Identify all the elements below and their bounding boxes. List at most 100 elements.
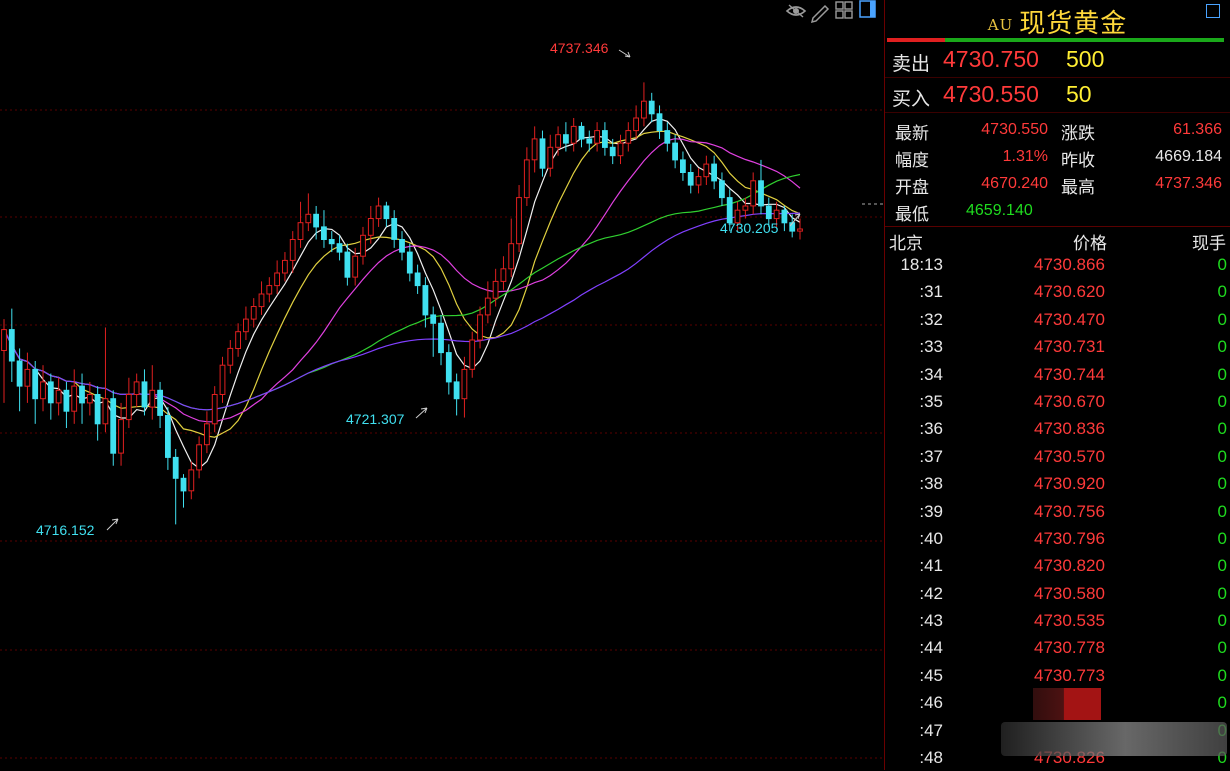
tick-row[interactable]: :36 4730.836 0 [885, 415, 1230, 442]
window-box-icon[interactable] [1206, 4, 1220, 18]
candle-body [664, 130, 671, 144]
candle-body [461, 368, 468, 400]
tick-qty: 0 [1217, 501, 1227, 521]
tick-qty: 0 [1217, 255, 1227, 274]
watermark-overlay [1001, 722, 1227, 756]
stats-grid: 最新 4730.550 涨跌 61.366 幅度 1.31% 昨收 4669.1… [885, 113, 1230, 227]
candle-body [391, 218, 398, 240]
candle-body [149, 389, 156, 408]
tick-row[interactable]: :32 4730.470 0 [885, 306, 1230, 333]
low-mid-annotation: 4721.307 [346, 411, 405, 427]
candle-body [508, 243, 515, 270]
tick-row[interactable]: :39 4730.756 0 [885, 498, 1230, 525]
latest-label: 最新 [895, 124, 929, 144]
candle-body [102, 398, 109, 425]
tick-row[interactable]: :38 4730.920 0 [885, 470, 1230, 497]
candle-body [63, 389, 70, 412]
candle-body [469, 339, 476, 370]
candle-body [157, 389, 163, 416]
candle-body [477, 314, 483, 341]
symbol-code: AU [987, 16, 1014, 34]
candle-body [211, 394, 218, 425]
candle-body [133, 381, 140, 395]
tick-price: 4730.744 [1034, 364, 1105, 384]
tick-row[interactable]: :37 4730.570 0 [885, 443, 1230, 470]
candle-body [305, 213, 312, 224]
candle-body [578, 125, 585, 140]
tick-time: :32 [919, 309, 943, 329]
candle-body [648, 100, 655, 115]
tick-price: 4730.535 [1034, 611, 1105, 631]
tick-row[interactable]: 18:13 4730.866 0 [885, 251, 1230, 278]
candle-body [406, 251, 413, 274]
tick-row[interactable]: :45 4730.773 0 [885, 662, 1230, 689]
candle-body [563, 134, 569, 144]
tick-qty: 0 [1217, 364, 1227, 384]
candle-body [726, 197, 733, 224]
chart-canvas[interactable]: 4737.346 4721.307 4716.152 4730.205 [0, 0, 884, 770]
candle-body [47, 381, 54, 404]
tick-row[interactable]: :41 4730.820 0 [885, 552, 1230, 579]
candle-body [414, 272, 421, 287]
high-annotation: 4737.346 [550, 40, 609, 56]
tick-row[interactable]: :40 4730.796 0 [885, 525, 1230, 552]
buy-row[interactable]: 买入 4730.550 50 [885, 78, 1230, 113]
tick-row[interactable]: :34 4730.744 0 [885, 361, 1230, 388]
tick-qty: 0 [1217, 611, 1227, 631]
candle-body [32, 368, 39, 400]
panel-icon[interactable] [859, 0, 876, 18]
pencil-icon[interactable] [810, 4, 830, 24]
candle-body [492, 280, 499, 299]
high-value: 4737.346 [1155, 175, 1222, 192]
candle-body [250, 306, 257, 320]
tick-row[interactable]: :44 4730.778 0 [885, 634, 1230, 661]
tick-price: 4730.756 [1034, 501, 1105, 521]
candle-body [40, 381, 46, 400]
candle-body [352, 255, 359, 278]
grid-icon[interactable] [835, 1, 853, 19]
candle-body [750, 180, 757, 207]
tick-price: 4730.866 [1034, 255, 1105, 274]
candle-body [71, 385, 78, 412]
open-label: 开盘 [895, 178, 929, 198]
watermark-logo [1033, 688, 1101, 720]
tick-time: :41 [919, 556, 943, 576]
tick-time: 18:13 [900, 255, 943, 274]
candle-body [695, 176, 702, 186]
tick-time: :46 [919, 693, 943, 713]
ma20-line [3, 138, 801, 423]
tick-row[interactable]: :43 4730.535 0 [885, 607, 1230, 634]
candlestick-chart[interactable]: 4737.346 4721.307 4716.152 4730.205 [0, 0, 884, 770]
candle-body [570, 125, 577, 144]
candle-body [274, 272, 281, 287]
candle-body [165, 415, 171, 458]
sell-volume: 500 [1066, 46, 1105, 72]
grid-lines [0, 109, 884, 759]
candle-body [430, 314, 437, 324]
candle-body [438, 322, 444, 354]
tick-time: :35 [919, 391, 943, 411]
change-value: 61.366 [1173, 121, 1222, 138]
tick-row[interactable]: :35 4730.670 0 [885, 388, 1230, 415]
candle-body [86, 394, 93, 404]
sell-row[interactable]: 卖出 4730.750 500 [885, 43, 1230, 78]
open-value: 4670.240 [981, 175, 1048, 192]
tick-price: 4730.731 [1034, 337, 1105, 357]
ma40-line [3, 173, 801, 411]
eye-icon[interactable] [785, 4, 807, 18]
tick-price: 4730.836 [1034, 419, 1105, 439]
tick-time: :45 [919, 665, 943, 685]
tick-row[interactable]: :42 4730.580 0 [885, 580, 1230, 607]
ticks-header: 北京 价格 现手 [885, 227, 1230, 254]
tick-qty: 0 [1217, 309, 1227, 329]
tick-row[interactable]: :31 4730.620 0 [885, 278, 1230, 305]
tick-price: 4730.470 [1034, 309, 1105, 329]
candle-body [586, 138, 593, 144]
tick-qty: 0 [1217, 528, 1227, 548]
range-label: 幅度 [895, 151, 929, 171]
candle-body [758, 180, 764, 207]
candle-body [672, 142, 679, 161]
tick-row[interactable]: :33 4730.731 0 [885, 333, 1230, 360]
tick-qty: 0 [1217, 474, 1227, 494]
tick-time: :48 [919, 748, 943, 768]
